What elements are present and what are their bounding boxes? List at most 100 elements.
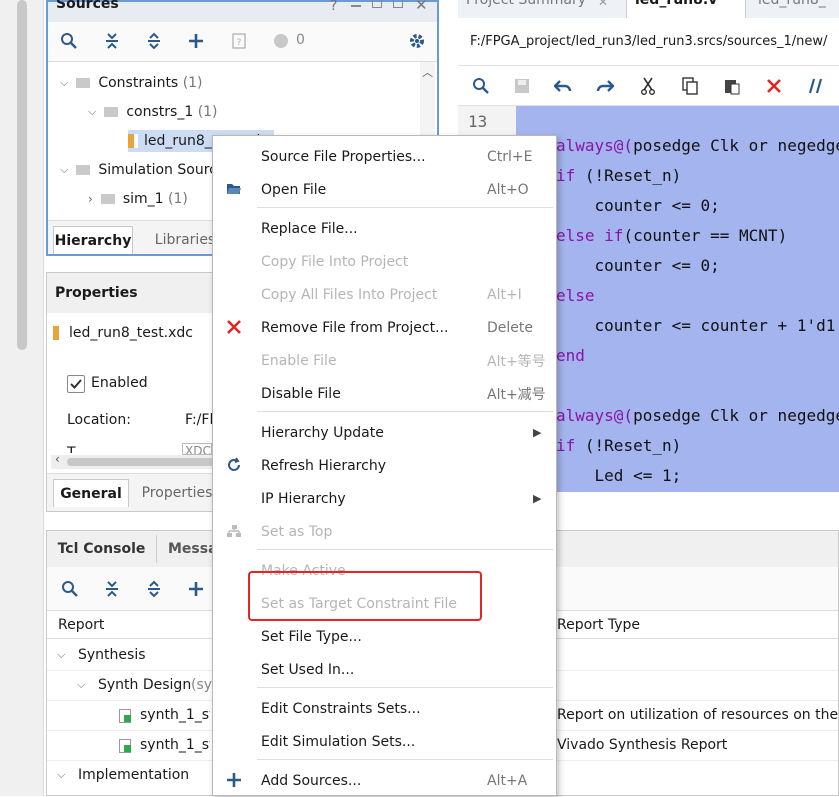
- chevron-right-icon[interactable]: ›: [88, 192, 93, 206]
- vertical-scrollbar[interactable]: [17, 0, 27, 350]
- tab-led-run8-v[interactable]: led_run8.v: [626, 0, 746, 18]
- chevron-down-icon[interactable]: ⌵: [88, 105, 96, 119]
- tab-project-summary[interactable]: Project Summary: [466, 0, 586, 8]
- add-icon[interactable]: [185, 30, 207, 52]
- tab-properties[interactable]: Properties: [137, 479, 217, 507]
- menu-item-label: Copy All Files Into Project: [261, 286, 438, 303]
- chevron-down-icon[interactable]: ⌵: [57, 768, 65, 782]
- tree-item-sim-1[interactable]: › sim_1 (1): [88, 188, 188, 210]
- svg-text:?: ?: [237, 38, 242, 48]
- menu-item-label: Add Sources...: [261, 772, 362, 789]
- undo-icon[interactable]: [552, 75, 574, 97]
- float-icon[interactable]: [393, 0, 403, 8]
- gear-icon[interactable]: [406, 30, 428, 52]
- code-keyword: always@(: [556, 136, 634, 155]
- unknown-file-icon[interactable]: ?: [228, 30, 250, 52]
- menu-item-edit-simulation-sets[interactable]: Edit Simulation Sets...: [213, 725, 556, 758]
- xdc-file-icon: [53, 326, 63, 340]
- menu-item-copy-file-into-project[interactable]: Copy File Into Project: [213, 245, 556, 278]
- code-line: Led <= 1;: [556, 466, 682, 485]
- close-icon[interactable]: ✕: [415, 0, 428, 14]
- type-label: T: [67, 445, 76, 453]
- menu-item-set-file-type[interactable]: Set File Type...: [213, 620, 556, 653]
- chevron-down-icon[interactable]: ⌵: [77, 678, 85, 692]
- copy-icon[interactable]: [679, 75, 701, 97]
- menu-item-label: Refresh Hierarchy: [261, 457, 386, 474]
- enabled-checkbox[interactable]: [67, 375, 85, 393]
- menu-item-enable-file[interactable]: Enable File Alt+等号: [213, 344, 556, 377]
- tree-item-simulation-sources[interactable]: ⌵ Simulation Sources: [60, 159, 233, 181]
- delete-icon[interactable]: [763, 75, 785, 97]
- tree-item-constraints[interactable]: ⌵ Constraints (1): [60, 72, 203, 94]
- collapse-all-icon[interactable]: [101, 30, 123, 52]
- scroll-thumb[interactable]: [67, 458, 217, 466]
- menu-item-label: Edit Simulation Sets...: [261, 733, 416, 750]
- menu-item-label: IP Hierarchy: [261, 490, 346, 507]
- menu-item-shortcut: Alt+I: [487, 286, 522, 303]
- menu-item-label: Disable File: [261, 385, 341, 402]
- tab-hierarchy[interactable]: Hierarchy: [53, 226, 133, 254]
- submenu-arrow-icon: ▶: [533, 426, 542, 439]
- menu-item-disable-file[interactable]: Disable File Alt+减号: [213, 377, 556, 410]
- search-icon[interactable]: [470, 75, 492, 97]
- add-icon: [224, 770, 244, 790]
- comment-icon[interactable]: [805, 75, 827, 97]
- tab-general[interactable]: General: [53, 479, 129, 507]
- menu-item-add-sources[interactable]: Add Sources... Alt+A: [213, 764, 556, 797]
- location-label: Location:: [67, 412, 131, 428]
- report-type: Vivado Synthesis Report: [557, 737, 728, 753]
- menu-item-edit-constraints-sets[interactable]: Edit Constraints Sets...: [213, 692, 556, 725]
- close-icon[interactable]: ✕: [598, 0, 608, 9]
- tree-count: (1): [197, 104, 218, 120]
- redo-icon[interactable]: [594, 75, 616, 97]
- menu-item-copy-all-files-into-project[interactable]: Copy All Files Into Project Alt+I: [213, 278, 556, 311]
- paste-icon[interactable]: [721, 75, 743, 97]
- search-icon[interactable]: [58, 30, 80, 52]
- menu-item-open-file[interactable]: Open File Alt+O: [213, 173, 556, 206]
- chevron-down-icon[interactable]: ⌵: [60, 76, 68, 90]
- scroll-left-icon[interactable]: ‹: [55, 452, 60, 466]
- menu-item-remove-file-from-project[interactable]: Remove File from Project... Delete: [213, 311, 556, 344]
- menu-item-ip-hierarchy[interactable]: IP Hierarchy ▶: [213, 482, 556, 515]
- tree-label: Constraints: [98, 75, 179, 91]
- add-icon[interactable]: [185, 578, 207, 600]
- report-suffix: (sy: [191, 677, 213, 693]
- menu-item-set-used-in[interactable]: Set Used In...: [213, 653, 556, 686]
- menu-item-replace-file[interactable]: Replace File...: [213, 212, 556, 245]
- col-report[interactable]: Report: [58, 617, 104, 633]
- chevron-down-icon[interactable]: ⌵: [60, 163, 68, 177]
- col-report-type[interactable]: Report Type: [557, 617, 640, 633]
- menu-item-source-file-properties[interactable]: Source File Properties... Ctrl+E: [213, 140, 556, 173]
- code-selection[interactable]: always@(posedge Clk or negedge if (!Reset…: [516, 106, 839, 492]
- report-name: Synth Design: [98, 677, 192, 693]
- menu-item-label: Set as Top: [261, 523, 333, 540]
- type-field[interactable]: XDC: [182, 443, 212, 455]
- code-text: (counter == MCNT): [623, 226, 788, 245]
- restore-icon[interactable]: [372, 0, 382, 8]
- menu-separator: [257, 549, 553, 550]
- tab-tcl-console[interactable]: Tcl Console: [47, 535, 157, 563]
- code-text: posedge Clk or negedge: [633, 136, 839, 155]
- folder-icon: [76, 78, 91, 88]
- menu-separator: [257, 687, 553, 688]
- menu-item-refresh-hierarchy[interactable]: Refresh Hierarchy: [213, 449, 556, 482]
- menu-item-set-as-top[interactable]: Set as Top: [213, 515, 556, 548]
- save-icon[interactable]: [511, 75, 533, 97]
- minimize-icon[interactable]: [351, 5, 361, 7]
- collapse-all-icon[interactable]: [101, 578, 123, 600]
- code-text: posedge Clk or negedge: [633, 406, 839, 425]
- menu-item-label: Copy File Into Project: [261, 253, 409, 270]
- chevron-down-icon[interactable]: ⌵: [57, 648, 65, 662]
- help-icon[interactable]: ?: [330, 0, 337, 14]
- menu-item-hierarchy-update[interactable]: Hierarchy Update ▶: [213, 416, 556, 449]
- menu-item-shortcut: Alt+A: [487, 772, 528, 789]
- code-text: counter <= 0;: [556, 256, 720, 275]
- expand-all-icon[interactable]: [143, 578, 165, 600]
- expand-all-icon[interactable]: [143, 30, 165, 52]
- tab-led-run8-other[interactable]: led_run8_: [758, 0, 826, 8]
- scroll-up-icon[interactable]: ︿: [422, 64, 433, 80]
- search-icon[interactable]: [59, 578, 81, 600]
- cut-icon[interactable]: [637, 75, 659, 97]
- menu-item-label: Open File: [261, 181, 327, 198]
- tree-item-constrs-1[interactable]: ⌵ constrs_1 (1): [88, 101, 218, 123]
